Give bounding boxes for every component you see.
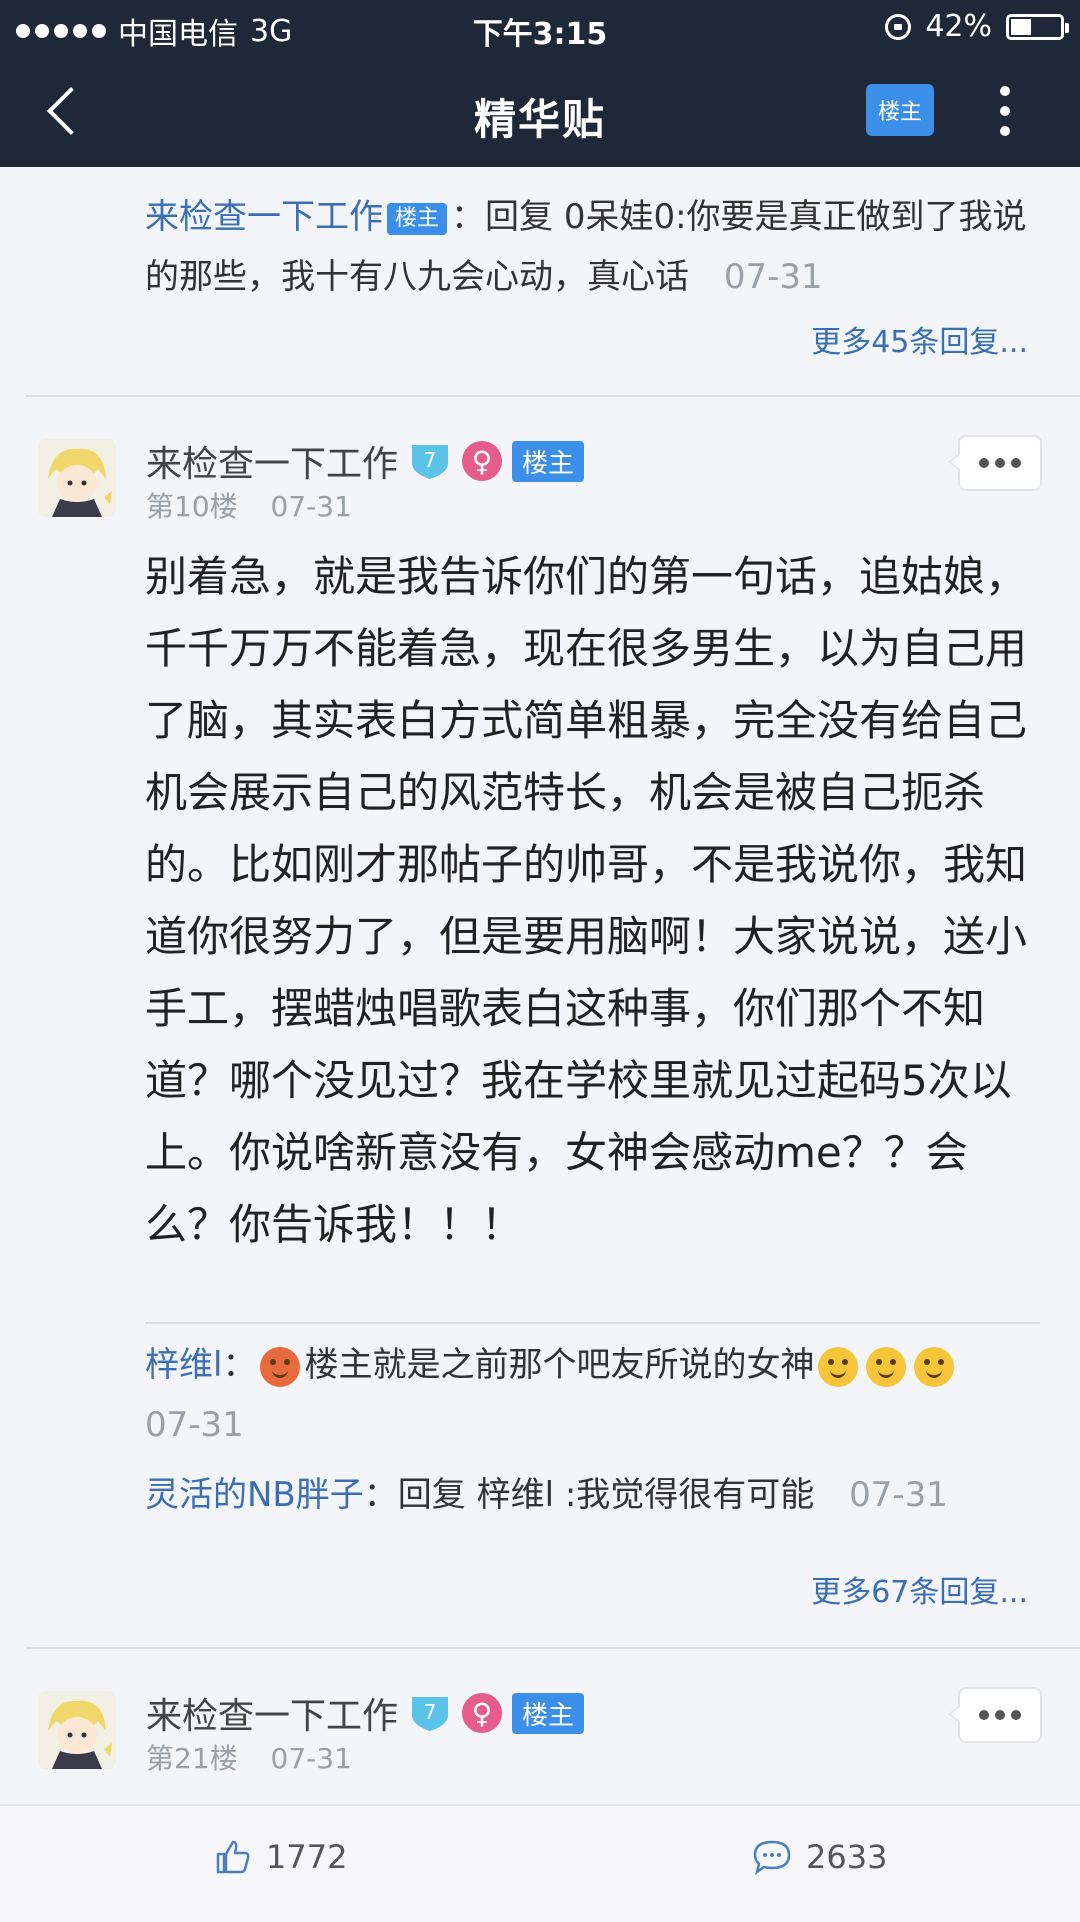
reply-item: 来检查一下工作 楼主 ：回复 0呆娃0:你要是真正做到了我说的那些，我十有八九会心动…: [145, 187, 1040, 307]
female-icon: ♀: [462, 1693, 503, 1733]
reply-separator: ：: [363, 1475, 398, 1515]
level-number: 7: [424, 1700, 437, 1724]
more-replies-link[interactable]: 更多45条回复...: [811, 317, 1028, 361]
post-more-button[interactable]: [948, 1687, 1042, 1743]
floor-number: 第21楼: [146, 1742, 238, 1775]
reply-separator: ：: [222, 1345, 257, 1385]
reply-username[interactable]: 灵活的NB胖子: [145, 1475, 364, 1515]
divider: [145, 1322, 1040, 1324]
post-header: 来检查一下工作 7 ♀ 楼主 第10楼 07-31: [38, 435, 1048, 525]
avatar[interactable]: [38, 1691, 116, 1769]
author-name[interactable]: 来检查一下工作: [146, 1687, 398, 1739]
top-bar: 中国电信 3G 下午3:15 42% 精华贴 楼主: [0, 0, 1080, 167]
reply-text: 楼主就是之前那个吧友所说的女神: [304, 1345, 815, 1385]
thread-content[interactable]: 来检查一下工作 楼主 ：回复 0呆娃0:你要是真正做到了我说的那些，我十有八九会心动…: [0, 167, 1080, 1804]
post-date: 07-31: [270, 1742, 352, 1775]
post-body: 别着急，就是我告诉你们的第一句话，追姑娘，千千万万不能着急，现在很多男生，以为自…: [145, 552, 1028, 1249]
divider: [26, 395, 1080, 397]
bottom-action-bar: 1772 2633: [0, 1804, 1080, 1922]
reply-username[interactable]: 梓维l: [145, 1345, 222, 1385]
floor-info: 第21楼 07-31: [146, 1737, 352, 1777]
battery-percent: 42%: [925, 9, 992, 44]
divider: [26, 1647, 1080, 1649]
post-header: 来检查一下工作 7 ♀ 楼主 第21楼 07-31: [38, 1687, 1048, 1777]
level-number: 7: [424, 448, 437, 472]
like-count: 1772: [266, 1838, 348, 1876]
reply-date: 07-31: [145, 1405, 244, 1445]
op-tag: 楼主: [387, 202, 448, 235]
comment-icon: [753, 1840, 791, 1875]
floor-info: 第10楼 07-31: [146, 485, 352, 525]
reply-username[interactable]: 来检查一下工作: [145, 197, 383, 237]
thumbs-up-icon: [216, 1840, 250, 1874]
reply-item: 梓维l： 楼主就是之前那个吧友所说的女神 07-31: [145, 1335, 1040, 1455]
op-tag: 楼主: [512, 440, 585, 482]
reply-text: 回复 梓维l :我觉得很有可能: [397, 1475, 815, 1515]
avatar[interactable]: [38, 439, 116, 517]
vertical-dots-icon[interactable]: [990, 82, 1020, 140]
op-tag: 楼主: [512, 1692, 585, 1734]
post-more-button[interactable]: [948, 435, 1042, 491]
level-badge-icon: 7: [408, 1693, 452, 1733]
reply-date: 07-31: [723, 257, 823, 297]
floor-number: 第10楼: [146, 490, 238, 523]
nav-bar: 精华贴 楼主: [0, 56, 1080, 167]
author-name[interactable]: 来检查一下工作: [146, 435, 398, 487]
smile-emoji-icon: [818, 1346, 859, 1387]
battery-icon: [1006, 13, 1069, 40]
more-replies-link[interactable]: 更多67条回复...: [811, 1567, 1028, 1611]
comment-button[interactable]: 2633: [752, 1838, 887, 1876]
rotation-lock-icon: [885, 13, 912, 40]
female-icon: ♀: [462, 441, 503, 481]
post-date: 07-31: [270, 490, 352, 523]
level-badge-icon: 7: [408, 441, 452, 481]
like-button[interactable]: 1772: [214, 1838, 347, 1876]
angry-emoji-icon: [260, 1346, 301, 1387]
comment-count: 2633: [806, 1838, 888, 1876]
only-op-button[interactable]: 楼主: [866, 84, 934, 136]
status-bar: 中国电信 3G 下午3:15 42%: [0, 0, 1080, 56]
reply-item: 灵活的NB胖子：回复 梓维l :我觉得很有可能 07-31: [145, 1465, 1040, 1525]
smile-emoji-icon: [914, 1346, 955, 1387]
smile-emoji-icon: [866, 1346, 907, 1387]
reply-date: 07-31: [849, 1475, 948, 1515]
